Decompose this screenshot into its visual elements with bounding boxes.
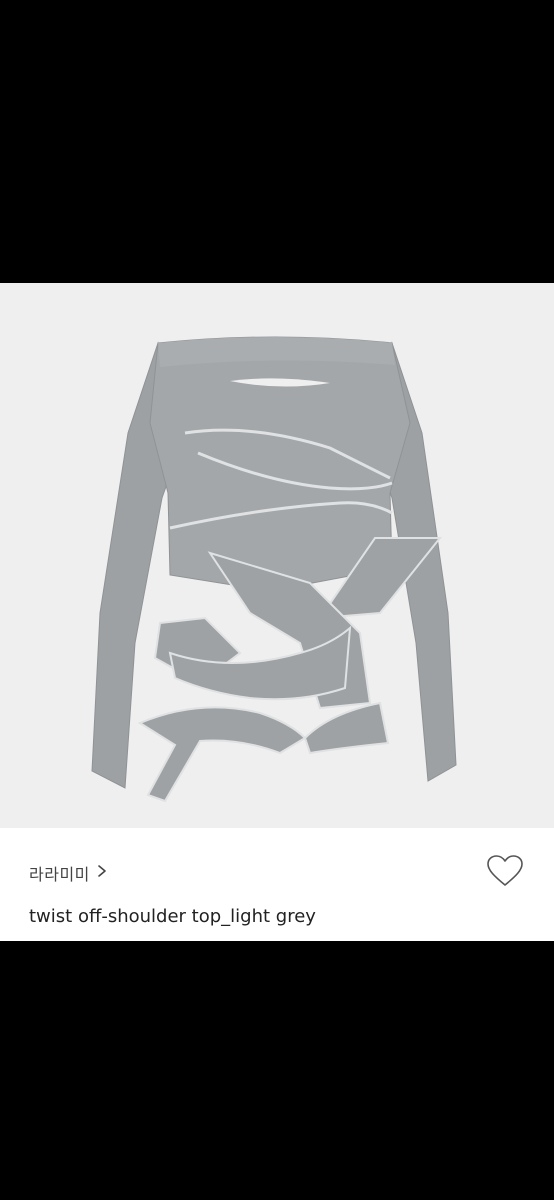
wishlist-button[interactable]	[484, 852, 526, 894]
brand-link[interactable]: 라라미미	[29, 861, 108, 885]
bottom-black-area	[0, 941, 554, 1200]
product-info-panel: 라라미미 twist off-shoulder top_light grey	[0, 828, 554, 941]
chevron-right-icon	[96, 864, 108, 883]
product-title: twist off-shoulder top_light grey	[29, 906, 316, 927]
top-black-area	[0, 0, 554, 283]
garment-illustration	[91, 336, 457, 803]
product-image[interactable]	[0, 283, 554, 828]
heart-outline-icon	[486, 854, 524, 893]
brand-name: 라라미미	[29, 865, 90, 884]
